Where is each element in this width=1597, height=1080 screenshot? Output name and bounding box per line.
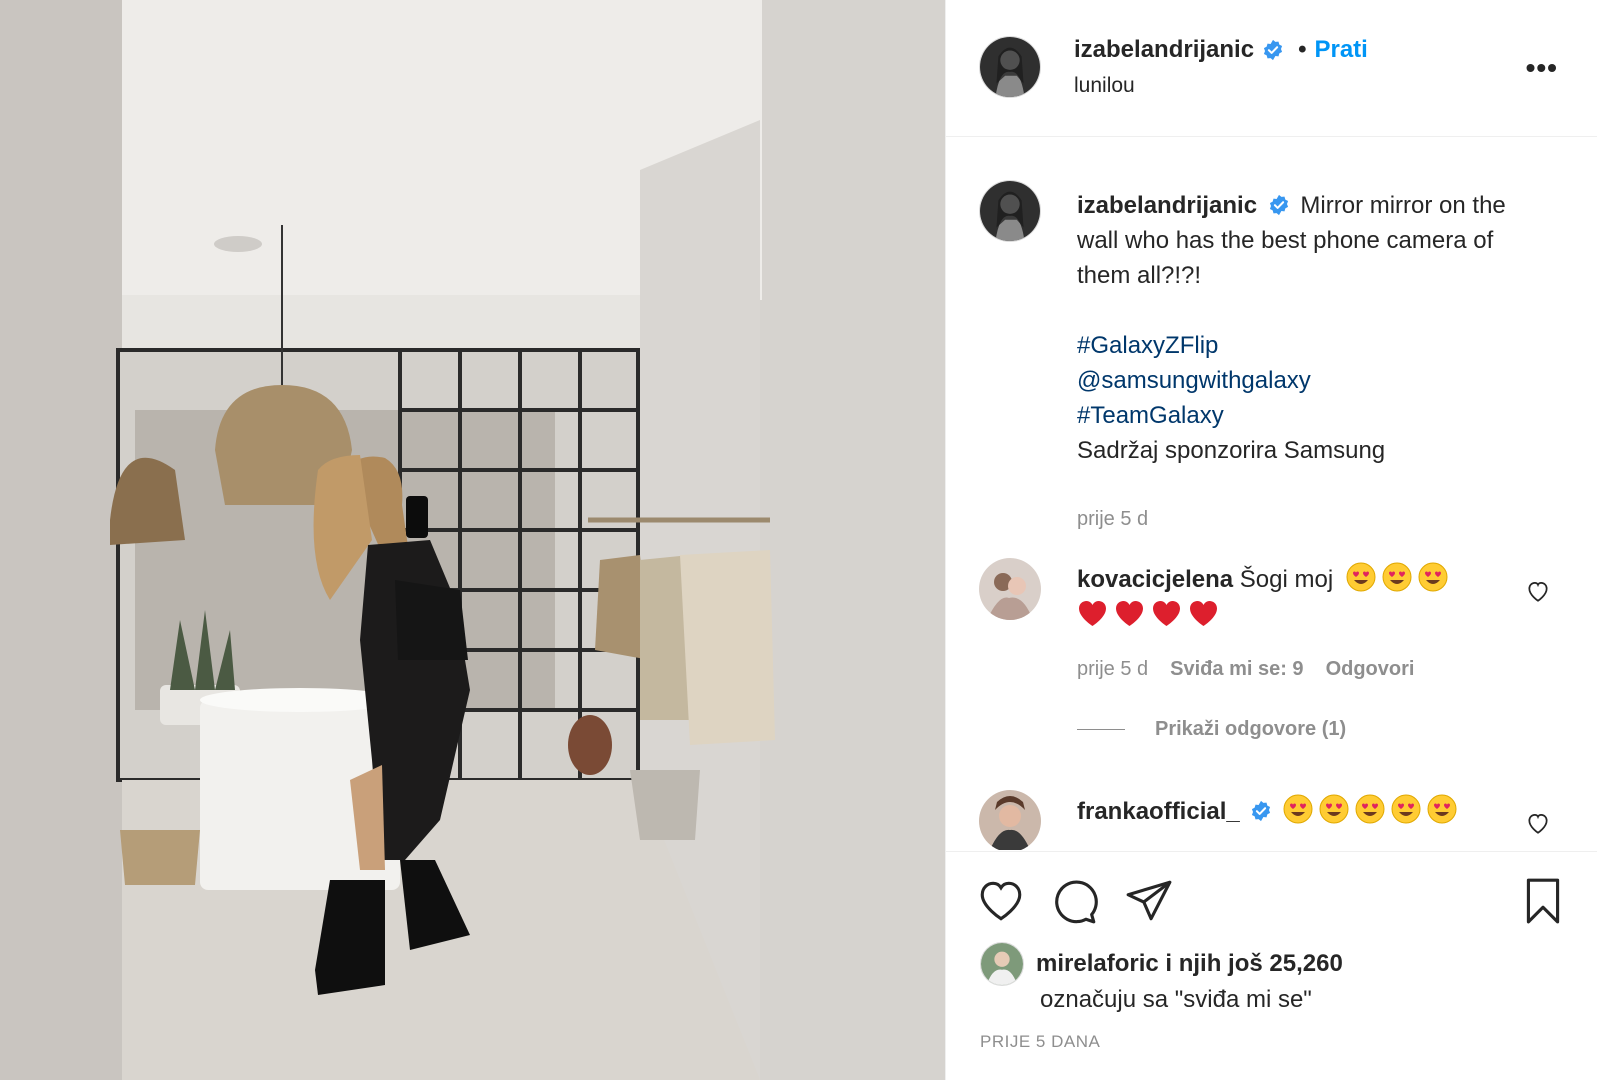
view-replies-button[interactable]: Prikaži odgovore (1)	[1077, 718, 1346, 741]
separator-dot: •	[1298, 36, 1307, 63]
like-heart-icon[interactable]	[976, 876, 1026, 926]
comment-username[interactable]: frankaofficial_	[1077, 798, 1240, 825]
comment-username[interactable]: kovacicjelena	[1077, 566, 1233, 593]
post-photo[interactable]	[0, 0, 945, 1080]
caption-username[interactable]: izabelandrijanic	[1077, 192, 1257, 219]
red-heart-emoji-icon	[1153, 601, 1180, 626]
view-replies-label: Prikaži odgovore (1)	[1155, 718, 1347, 740]
comment-likes[interactable]: Sviđa mi se: 9	[1170, 658, 1303, 681]
like-comment-heart-icon[interactable]	[1525, 810, 1551, 836]
caption-avatar[interactable]	[979, 180, 1041, 242]
verified-badge-icon	[1263, 39, 1283, 61]
red-heart-emoji-icon	[1190, 601, 1217, 626]
liker-username[interactable]: mirelaforic	[1036, 950, 1159, 977]
post-location[interactable]: lunilou	[1074, 74, 1135, 98]
verified-badge-icon	[1269, 194, 1288, 216]
heart-eyes-emoji-icon	[1283, 794, 1313, 824]
verified-badge-icon	[1252, 800, 1271, 822]
share-paper-plane-icon[interactable]	[1124, 876, 1174, 926]
follow-button[interactable]: Prati	[1314, 36, 1367, 64]
heart-eyes-emoji-icon	[1346, 562, 1376, 592]
comments-list[interactable]: izabelandrijanic Mirror mirror on the wa…	[946, 138, 1597, 850]
heart-eyes-emoji-icon	[1427, 794, 1457, 824]
red-heart-emoji-icon	[1116, 601, 1143, 626]
heart-eyes-emoji-icon	[1382, 562, 1412, 592]
more-options-icon[interactable]: •••	[1526, 52, 1558, 84]
comment-text-block: kovacicjelena Šogi moj	[1077, 562, 1517, 634]
like-comment-heart-icon[interactable]	[1525, 578, 1551, 604]
heart-eyes-emoji-icon	[1391, 794, 1421, 824]
replies-divider	[1077, 729, 1125, 730]
commenter-avatar[interactable]	[979, 790, 1041, 850]
heart-eyes-emoji-icon	[1319, 794, 1349, 824]
post-date[interactable]: PRIJE 5 DANA	[980, 1032, 1100, 1052]
mention-link[interactable]: @samsungwithgalaxy	[1077, 363, 1537, 398]
sponsor-text: Sadržaj sponzorira Samsung	[1077, 437, 1386, 464]
hashtag-link[interactable]: #TeamGalaxy	[1077, 398, 1537, 433]
commenter-avatar[interactable]	[979, 558, 1041, 620]
mirror-selfie-photo	[0, 0, 945, 1080]
post-sidebar: izabelandrijanic • Prati lunilou ••• iza…	[945, 0, 1597, 1080]
red-heart-emoji-icon	[1079, 601, 1106, 626]
bookmark-save-icon[interactable]	[1518, 876, 1568, 926]
likes-line: mirelaforic i njih još 25,260	[1036, 950, 1343, 978]
hashtag-link[interactable]: #GalaxyZFlip	[1077, 328, 1537, 363]
comment-bubble-icon[interactable]	[1050, 876, 1100, 926]
heart-eyes-emoji-icon	[1355, 794, 1385, 824]
emoji-group	[1077, 598, 1517, 634]
comment-text: Šogi moj	[1239, 566, 1334, 593]
author-username[interactable]: izabelandrijanic	[1074, 36, 1254, 64]
author-avatar[interactable]	[979, 36, 1041, 98]
heart-eyes-emoji-icon	[1418, 562, 1448, 592]
comment-meta: prije 5 d Sviđa mi se: 9 Odgovori	[1077, 658, 1414, 681]
likes-summary: mirelaforic i njih još 25,260	[980, 942, 1343, 986]
comment-time[interactable]: prije 5 d	[1077, 658, 1148, 681]
author-line: izabelandrijanic • Prati	[1074, 36, 1368, 64]
likes-label: označuju sa "sviđa mi se"	[1040, 986, 1312, 1013]
likes-count[interactable]: i njih još 25,260	[1165, 950, 1342, 977]
reply-button[interactable]: Odgovori	[1326, 658, 1415, 681]
emoji-group	[1283, 794, 1463, 825]
post-header: izabelandrijanic • Prati lunilou •••	[946, 0, 1597, 137]
emoji-group	[1346, 562, 1454, 593]
post-actions: mirelaforic i njih još 25,260 označuju s…	[946, 851, 1597, 1080]
liker-avatar[interactable]	[980, 942, 1024, 986]
comment-text-block: frankaofficial_	[1077, 794, 1517, 830]
caption-time[interactable]: prije 5 d	[1077, 508, 1148, 531]
caption-text-block: izabelandrijanic Mirror mirror on the wa…	[1077, 188, 1537, 468]
